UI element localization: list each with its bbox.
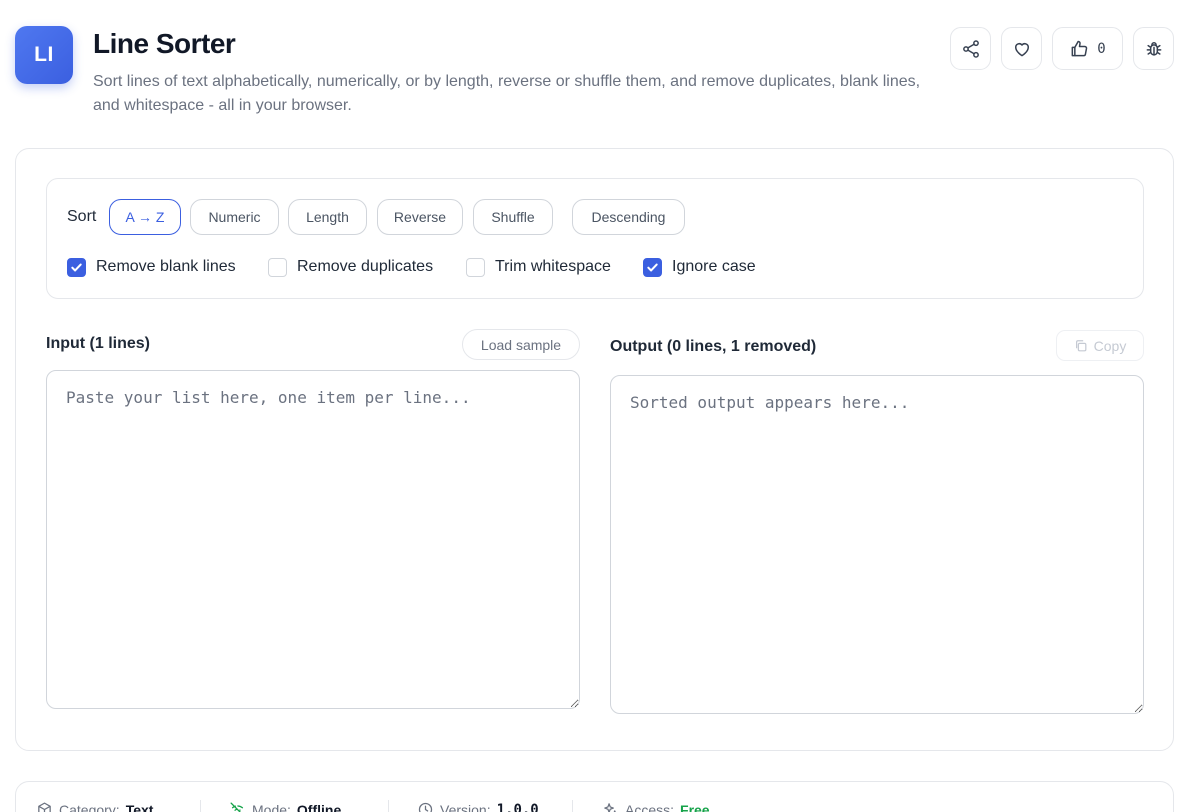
heart-icon <box>1014 42 1029 56</box>
box-icon <box>38 802 51 812</box>
meta-label: Category: <box>59 801 120 812</box>
checkbox-unchecked[interactable] <box>268 257 287 277</box>
checkbox-label: Remove blank lines <box>96 258 236 275</box>
sort-numeric-button[interactable]: Numeric <box>190 199 279 235</box>
checkbox-label: Trim whitespace <box>495 258 611 275</box>
meta-label: Access: <box>625 801 675 812</box>
ignore-case-checkbox[interactable]: Ignore case <box>643 257 756 277</box>
meta-mode: Mode: Offline <box>229 801 341 812</box>
remove-duplicates-checkbox[interactable]: Remove duplicates <box>268 257 433 277</box>
check-icon <box>71 263 82 271</box>
divider <box>388 800 389 812</box>
sort-label: Sort <box>67 208 97 225</box>
sort-shuffle-button[interactable]: Shuffle <box>473 199 553 235</box>
input-label: Input (1 lines) <box>46 335 150 352</box>
report-bug-button[interactable] <box>1133 27 1174 70</box>
like-count: 0 <box>1097 40 1106 57</box>
load-sample-button[interactable]: Load sample <box>462 329 580 360</box>
share-button[interactable] <box>950 27 991 70</box>
page-title: Line Sorter <box>93 28 236 59</box>
favorite-button[interactable] <box>1001 27 1042 70</box>
meta-value: Free <box>680 801 710 812</box>
output-label: Output (0 lines, 1 removed) <box>610 338 817 355</box>
app-logo: LI <box>15 26 73 84</box>
copy-icon <box>1075 339 1087 351</box>
options-panel: Sort A → Z Numeric Length Reverse Shuffl… <box>46 178 1144 299</box>
remove-blank-lines-checkbox[interactable]: Remove blank lines <box>67 257 236 277</box>
trim-whitespace-checkbox[interactable]: Trim whitespace <box>466 257 611 277</box>
meta-access: Access: Free <box>602 801 710 812</box>
clock-icon <box>418 802 433 812</box>
checkbox-unchecked[interactable] <box>466 257 485 277</box>
meta-label: Mode: <box>252 801 291 812</box>
checkbox-label: Remove duplicates <box>297 258 434 275</box>
check-icon <box>647 263 658 271</box>
sparkles-icon <box>604 803 616 812</box>
meta-value: Offline <box>296 801 342 812</box>
output-textarea[interactable] <box>610 375 1144 714</box>
sort-length-button[interactable]: Length <box>288 199 367 235</box>
checkbox-label: Ignore case <box>672 258 756 275</box>
input-textarea[interactable] <box>46 370 580 709</box>
meta-value: 1.0.0 <box>496 801 539 812</box>
checkbox-checked[interactable] <box>67 257 86 277</box>
thumbs-up-icon <box>1071 40 1088 56</box>
bug-icon <box>1146 41 1161 56</box>
divider <box>200 800 201 812</box>
page-description: Sort lines of text alphabetically, numer… <box>93 73 921 114</box>
wifi-off-icon <box>230 802 244 812</box>
divider <box>572 800 573 812</box>
tool-meta-bar: Category: Text Mode: Offline Version: 1.… <box>15 781 1174 812</box>
checkbox-checked[interactable] <box>643 257 662 277</box>
sort-reverse-button[interactable]: Reverse <box>377 199 463 235</box>
meta-category: Category: Text <box>36 801 153 812</box>
meta-version: Version: 1.0.0 <box>417 801 539 812</box>
meta-value: Text <box>125 801 154 812</box>
copy-button[interactable]: Copy <box>1056 330 1144 361</box>
sort-alpha-button[interactable]: A → Z <box>109 199 181 235</box>
copy-label: Copy <box>1093 337 1127 354</box>
share-icon <box>962 39 979 58</box>
meta-label: Version: <box>440 801 491 812</box>
tool-card: Sort A → Z Numeric Length Reverse Shuffl… <box>15 148 1174 751</box>
descending-toggle[interactable]: Descending <box>572 199 685 235</box>
like-button[interactable]: 0 <box>1052 27 1123 70</box>
